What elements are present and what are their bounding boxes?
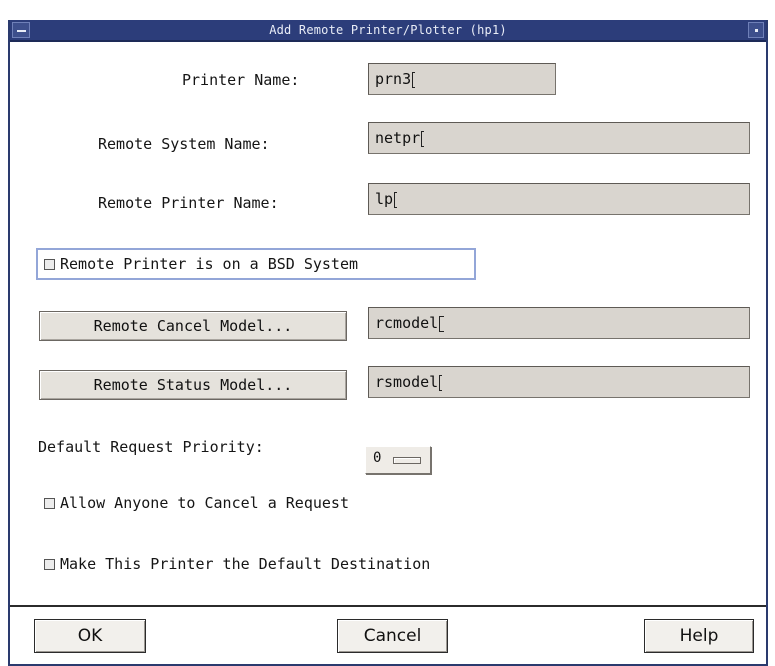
cancel-button[interactable]: Cancel	[337, 619, 448, 653]
default-priority-option-menu[interactable]: 0	[365, 446, 431, 474]
text-cursor-icon	[439, 316, 445, 332]
option-menu-indicator-icon	[393, 457, 421, 464]
title-bar[interactable]: Add Remote Printer/Plotter (hp1)	[10, 20, 766, 42]
default-priority-value: 0	[373, 450, 382, 466]
dialog-button-row: OK Cancel Help	[10, 607, 766, 666]
minimize-icon	[755, 29, 758, 32]
allow-cancel-checkbox[interactable]	[44, 498, 55, 509]
remote-system-name-field[interactable]: netpr	[368, 122, 750, 154]
remote-status-model-value: rsmodel	[375, 373, 439, 391]
default-destination-label[interactable]: Make This Printer the Default Destinatio…	[60, 555, 430, 573]
default-destination-checkbox[interactable]	[44, 559, 55, 570]
printer-name-label: Printer Name:	[182, 71, 300, 89]
remote-status-model-button[interactable]: Remote Status Model...	[39, 370, 347, 400]
text-cursor-icon	[439, 375, 443, 391]
text-cursor-icon	[412, 72, 416, 88]
ok-button[interactable]: OK	[34, 619, 146, 653]
remote-printer-name-field[interactable]: lp	[368, 183, 750, 215]
remote-system-name-label: Remote System Name:	[98, 135, 270, 153]
remote-cancel-model-button[interactable]: Remote Cancel Model...	[39, 311, 347, 341]
add-remote-printer-dialog: Add Remote Printer/Plotter (hp1) Printer…	[8, 20, 768, 666]
remote-cancel-model-value: rcmodel	[375, 314, 439, 332]
remote-system-name-value: netpr	[375, 129, 421, 147]
text-cursor-icon	[394, 192, 398, 208]
window-minimize-button[interactable]	[748, 22, 764, 38]
default-priority-label: Default Request Priority:	[38, 438, 264, 456]
printer-name-value: prn3	[375, 70, 412, 88]
text-cursor-icon	[421, 131, 425, 147]
remote-cancel-model-field[interactable]: rcmodel	[368, 307, 750, 339]
remote-status-model-field[interactable]: rsmodel	[368, 366, 750, 398]
help-button[interactable]: Help	[644, 619, 754, 653]
remote-printer-name-value: lp	[375, 190, 394, 208]
allow-cancel-label[interactable]: Allow Anyone to Cancel a Request	[60, 494, 349, 512]
window-title: Add Remote Printer/Plotter (hp1)	[269, 23, 507, 37]
bsd-system-checkbox[interactable]	[44, 259, 55, 270]
bsd-system-label[interactable]: Remote Printer is on a BSD System	[60, 255, 358, 273]
remote-printer-name-label: Remote Printer Name:	[98, 194, 279, 212]
printer-name-field[interactable]: prn3	[368, 63, 556, 95]
